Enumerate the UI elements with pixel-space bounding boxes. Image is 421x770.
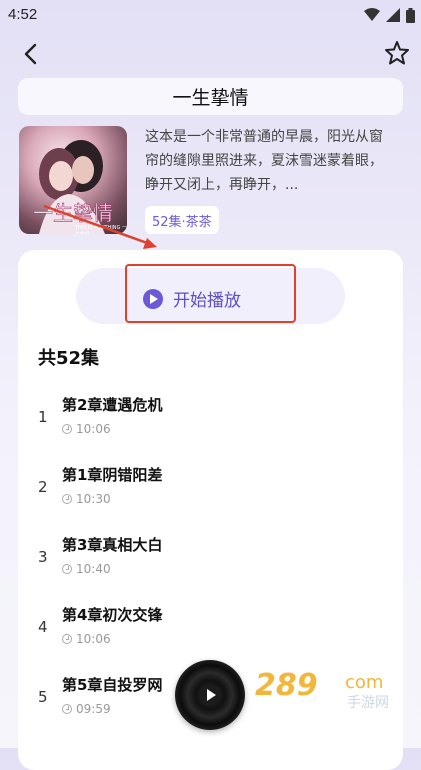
floating-player-button[interactable] bbox=[175, 660, 245, 730]
svg-text:一生挚情: 一生挚情 bbox=[33, 201, 113, 225]
episode-title: 第4章初次交锋 bbox=[62, 606, 163, 624]
system-icons bbox=[364, 7, 415, 23]
episode-item[interactable]: 1 第2章遭遇危机 10:06 bbox=[0, 390, 421, 452]
episode-duration-value: 10:06 bbox=[76, 422, 111, 436]
annotation-highlight-box bbox=[125, 264, 296, 323]
episode-duration: 09:59 bbox=[62, 702, 111, 716]
episode-number: 1 bbox=[38, 408, 48, 426]
cover-image[interactable]: 一生挚情 THIS IS ANYTHING 一生挚情 bbox=[19, 126, 127, 234]
episode-number: 2 bbox=[38, 478, 48, 496]
episode-title: 第1章阴错阳差 bbox=[62, 466, 163, 484]
watermark-number: 289 bbox=[255, 668, 318, 703]
battery-icon bbox=[406, 7, 415, 23]
episode-duration: 10:40 bbox=[62, 562, 111, 576]
page-title: 一生挚情 bbox=[18, 78, 403, 115]
description-text: 这本是一个非常普通的早晨，阳光从窗帘的缝隙里照进来，夏沫雪迷蒙着眼，睁开又闭上，… bbox=[145, 129, 383, 193]
clock-icon bbox=[62, 704, 72, 714]
episode-number: 5 bbox=[38, 688, 48, 706]
episode-number: 3 bbox=[38, 548, 48, 566]
top-bar bbox=[0, 34, 421, 74]
watermark-suffix: com bbox=[345, 672, 384, 693]
episode-duration-value: 10:30 bbox=[76, 492, 111, 506]
episode-duration-value: 09:59 bbox=[76, 702, 111, 716]
episode-duration-value: 10:06 bbox=[76, 632, 111, 646]
status-time: 4:52 bbox=[8, 6, 38, 23]
episode-title: 第2章遭遇危机 bbox=[62, 396, 163, 414]
signal-icon bbox=[386, 8, 400, 22]
episode-duration: 10:06 bbox=[62, 632, 111, 646]
watermark-text: 手游网 bbox=[347, 695, 389, 711]
episode-duration-value: 10:40 bbox=[76, 562, 111, 576]
clock-icon bbox=[62, 564, 72, 574]
star-outline-icon[interactable] bbox=[383, 39, 411, 67]
cover-subtitle: THIS IS ANYTHING 一生挚情 bbox=[75, 225, 127, 234]
episode-title: 第3章真相大白 bbox=[62, 536, 163, 554]
episode-item[interactable]: 4 第4章初次交锋 10:06 bbox=[0, 600, 421, 662]
episode-duration: 10:30 bbox=[62, 492, 111, 506]
episode-number: 4 bbox=[38, 618, 48, 636]
clock-icon bbox=[62, 494, 72, 504]
episode-item[interactable]: 3 第3章真相大白 10:40 bbox=[0, 530, 421, 592]
clock-icon bbox=[62, 634, 72, 644]
clock-icon bbox=[62, 424, 72, 434]
back-arrow-icon[interactable] bbox=[18, 40, 46, 68]
wifi-icon bbox=[364, 8, 380, 21]
episode-title: 第5章自投罗网 bbox=[62, 676, 163, 694]
watermark-logo: 289 com 手游网 bbox=[255, 668, 405, 712]
episode-item[interactable]: 2 第1章阴错阳差 10:30 bbox=[0, 460, 421, 522]
status-bar: 4:52 bbox=[0, 0, 421, 30]
episode-count: 共52集 bbox=[38, 348, 100, 369]
play-icon bbox=[199, 684, 221, 706]
episode-duration: 10:06 bbox=[62, 422, 111, 436]
episodes-author-tag[interactable]: 52集·茶茶 bbox=[145, 206, 219, 234]
